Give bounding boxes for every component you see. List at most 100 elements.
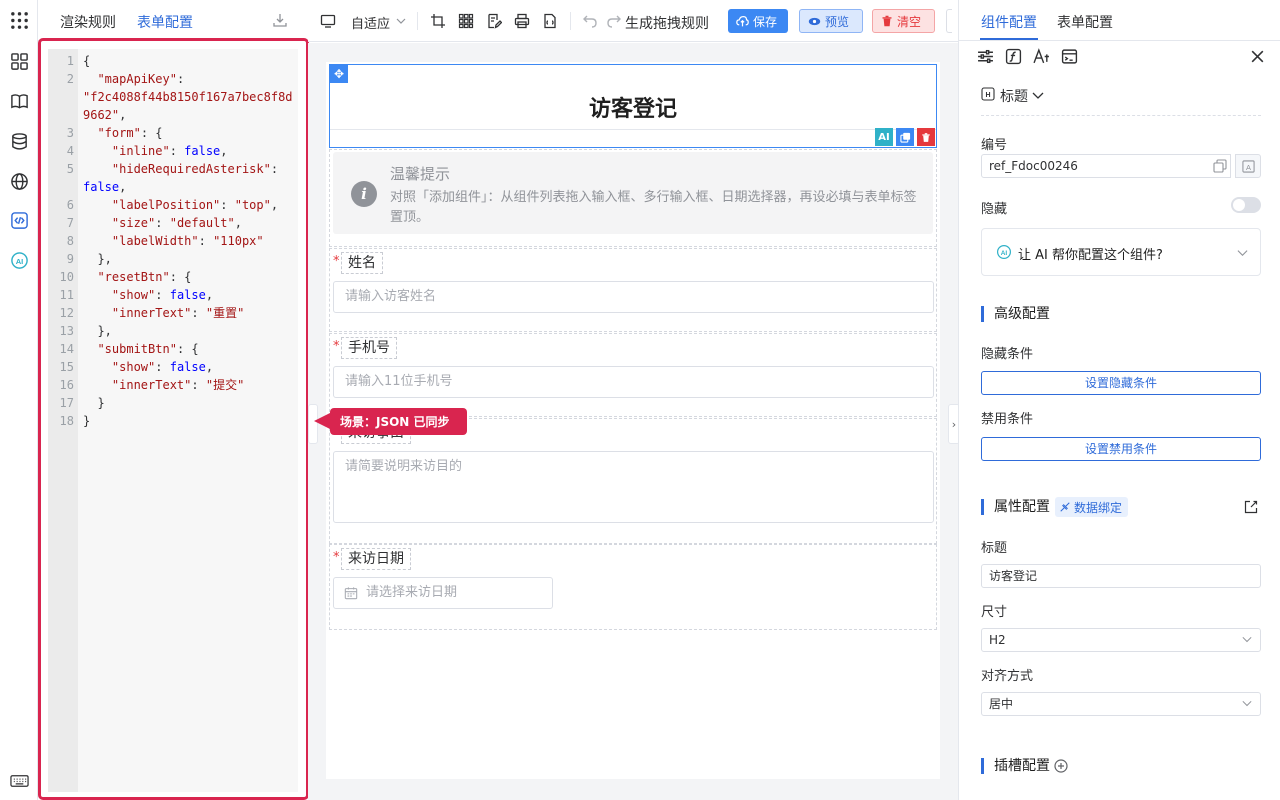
keyboard-icon[interactable] xyxy=(9,770,29,790)
component-id-input[interactable]: ref_Fdoc00246 xyxy=(981,154,1231,178)
globe-icon[interactable] xyxy=(9,171,29,191)
field-phone[interactable]: * 手机号 请输入11位手机号 xyxy=(329,333,937,417)
database-icon[interactable] xyxy=(9,131,29,151)
undo-icon[interactable] xyxy=(581,12,599,30)
preview-button-label: 预览 xyxy=(825,14,850,29)
props-section-title: 属性配置 xyxy=(981,499,1050,515)
component-type-dropdown[interactable]: 标题 xyxy=(1000,86,1028,106)
form-title: 访客登记 xyxy=(588,97,677,122)
set-disable-condition-button[interactable]: 设置禁用条件 xyxy=(981,437,1261,461)
highlight-frame xyxy=(38,38,309,800)
required-asterisk: * xyxy=(333,550,340,565)
code-icon[interactable] xyxy=(9,210,29,230)
field-visitor-name[interactable]: * 姓名 请输入访客姓名 xyxy=(329,248,937,332)
divider xyxy=(330,129,936,130)
disable-condition-label: 禁用条件 xyxy=(981,412,1034,427)
more-button-edge[interactable] xyxy=(946,9,952,33)
required-asterisk: * xyxy=(333,339,340,354)
visit-reason-textarea[interactable]: 请简要说明来访目的 xyxy=(333,451,934,523)
field-label: 手机号 xyxy=(341,337,397,359)
copy-id-icon[interactable] xyxy=(1213,159,1227,173)
align-select-value: 居中 xyxy=(989,697,1014,711)
chevron-down-icon xyxy=(396,15,406,25)
chevron-down-icon xyxy=(1242,636,1252,643)
import-json-icon[interactable] xyxy=(541,12,559,30)
delete-icon[interactable] xyxy=(917,128,935,146)
divider xyxy=(417,12,418,30)
tab-form-config[interactable]: 表单配置 xyxy=(137,12,193,32)
book-icon[interactable] xyxy=(9,91,29,111)
toast-pointer xyxy=(314,413,330,429)
save-button-label: 保存 xyxy=(753,14,778,29)
visit-date-placeholder: 请选择来访日期 xyxy=(366,585,458,600)
advanced-section-title: 高级配置 xyxy=(981,306,1050,322)
chevron-down-icon xyxy=(1242,700,1252,707)
visit-date-picker[interactable]: 请选择来访日期 xyxy=(333,577,553,609)
size-select[interactable]: H2 xyxy=(981,628,1261,652)
sliders-icon[interactable] xyxy=(976,47,994,65)
id-lock-button[interactable]: A xyxy=(1235,154,1261,178)
link-icon xyxy=(1060,502,1070,512)
add-slot-icon[interactable] xyxy=(1054,759,1068,773)
tip-widget[interactable]: i 温馨提示 对照「添加组件」：从组件列表拖入输入框、多行输入框、日期选择器，再… xyxy=(329,149,937,247)
device-icon[interactable] xyxy=(319,12,337,30)
svg-text:AI: AI xyxy=(1001,250,1008,257)
divider xyxy=(981,115,1261,116)
sync-toast: 场景：JSON 已同步 xyxy=(330,408,467,435)
hidden-label: 隐藏 xyxy=(981,202,1008,217)
edit-json-icon[interactable] xyxy=(1244,500,1258,514)
ai-config-collapse[interactable]: AI 让 AI 帮你配置这个组件? xyxy=(981,228,1261,276)
components-icon[interactable] xyxy=(9,51,29,71)
generate-rules-button[interactable]: 生成拖拽规则 xyxy=(625,13,709,33)
preview-button[interactable]: 预览 xyxy=(799,9,863,33)
move-handle-icon[interactable]: ✥ xyxy=(330,65,348,83)
ai-assistant-icon[interactable]: AI xyxy=(9,250,29,270)
visitor-name-input[interactable]: 请输入访客姓名 xyxy=(333,281,934,313)
designer-toolbar: 自适应 生成拖拽规则 保存 预览 清空 xyxy=(308,0,958,42)
json-config-panel: 渲染规则 表单配置 1{2 "mapApiKey": "f2c4088f44b81… xyxy=(38,0,309,800)
hidden-toggle[interactable] xyxy=(1231,197,1261,213)
copy-icon[interactable] xyxy=(896,128,914,146)
apps-grid-icon[interactable] xyxy=(9,10,29,30)
text-style-icon[interactable] xyxy=(1032,47,1050,65)
slot-section-title: 插槽配置 xyxy=(981,758,1050,774)
tip-title: 温馨提示 xyxy=(390,165,451,183)
field-visit-reason[interactable]: 来访事由 请简要说明来访目的 xyxy=(329,418,937,544)
trash-icon xyxy=(882,15,892,27)
svg-text:H: H xyxy=(985,92,990,99)
crop-icon[interactable] xyxy=(429,12,447,30)
phone-input[interactable]: 请输入11位手机号 xyxy=(333,366,934,398)
field-visit-date[interactable]: * 来访日期 请选择来访日期 xyxy=(329,544,937,630)
function-icon[interactable] xyxy=(1004,47,1022,65)
svg-text:A: A xyxy=(1246,162,1251,171)
tip-description: 对照「添加组件」：从组件列表拖入输入框、多行输入框、日期选择器，再设必填与表单标… xyxy=(390,190,917,225)
size-label: 尺寸 xyxy=(981,605,1008,620)
print-icon[interactable] xyxy=(513,12,531,30)
heading-type-icon: H xyxy=(981,87,995,101)
prop-title-label: 标题 xyxy=(981,541,1008,556)
tab-form-settings[interactable]: 表单配置 xyxy=(1057,12,1113,32)
zoom-mode-select[interactable]: 自适应 xyxy=(351,13,390,32)
save-button[interactable]: 保存 xyxy=(728,9,788,33)
grid-icon[interactable] xyxy=(457,12,475,30)
tab-render-rules[interactable]: 渲染规则 xyxy=(60,12,116,32)
id-label: 编号 xyxy=(981,138,1008,153)
align-select[interactable]: 居中 xyxy=(981,692,1261,716)
ai-widget-icon[interactable]: AI xyxy=(875,128,893,146)
tab-component-config[interactable]: 组件配置 xyxy=(981,12,1037,32)
title-widget[interactable]: ✥ 访客登记 AI xyxy=(329,64,937,148)
download-icon[interactable] xyxy=(272,12,288,28)
prop-title-input[interactable]: 访客登记 xyxy=(981,564,1261,588)
field-label: 姓名 xyxy=(341,252,383,274)
set-hide-condition-button[interactable]: 设置隐藏条件 xyxy=(981,371,1261,395)
data-binding-tag[interactable]: 数据绑定 xyxy=(1055,497,1129,517)
clear-button[interactable]: 清空 xyxy=(872,9,935,33)
component-config-panel: 组件配置 表单配置 H 标题 编号 ref_Fdoc00246 A 隐藏 AI … xyxy=(958,0,1280,800)
toggle-knob xyxy=(1233,199,1245,211)
edit-icon[interactable] xyxy=(485,12,503,30)
event-icon[interactable] xyxy=(1060,47,1078,65)
size-select-value: H2 xyxy=(989,633,1006,647)
redo-icon[interactable] xyxy=(605,12,623,30)
close-icon[interactable] xyxy=(1248,47,1266,65)
app-rail: AI xyxy=(0,0,38,800)
